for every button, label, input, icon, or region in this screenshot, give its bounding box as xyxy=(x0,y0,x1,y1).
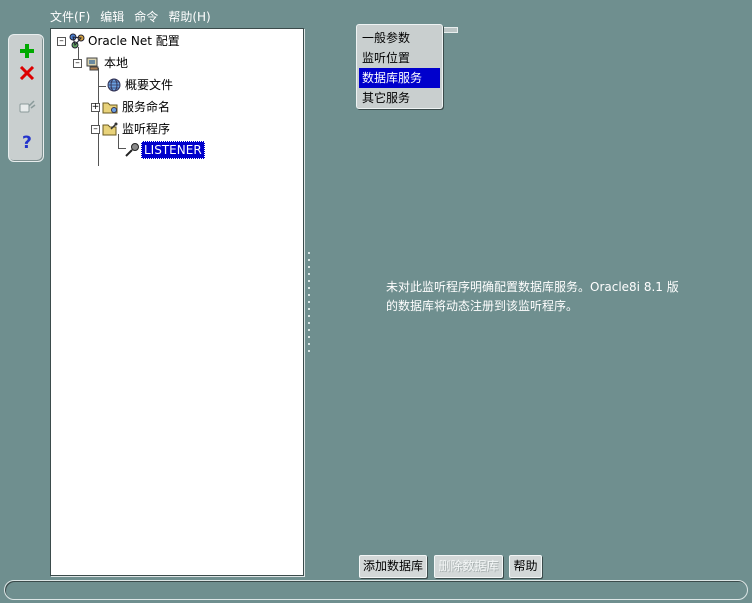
info-message-line1: 未对此监听程序明确配置数据库服务。Oracle8i 8.1 版 xyxy=(386,280,679,294)
svg-text:?: ? xyxy=(22,133,32,151)
add-database-button[interactable]: 添加数据库 xyxy=(359,555,427,578)
delete-database-button[interactable]: 删除数据库 xyxy=(434,555,503,578)
menu-help[interactable]: 帮助(H) xyxy=(168,8,210,26)
test-button[interactable] xyxy=(15,95,39,117)
help-dialog-button[interactable]: 帮助 xyxy=(509,555,542,578)
tree-line xyxy=(98,68,99,166)
info-message: 未对此监听程序明确配置数据库服务。Oracle8i 8.1 版 的数据库将动态注… xyxy=(386,278,686,316)
menu-command[interactable]: 命令 xyxy=(134,8,158,26)
category-list: 一般参数 监听位置 数据库服务 其它服务 xyxy=(356,24,443,109)
tree-node-service-naming[interactable]: + 服务命名 xyxy=(91,98,172,116)
status-bar xyxy=(4,580,748,600)
panel-splitter[interactable] xyxy=(307,252,311,356)
tree-node-profile[interactable]: 概要文件 xyxy=(105,76,175,94)
tree-label-profile: 概要文件 xyxy=(125,78,174,92)
info-message-line2: 的数据库将动态注册到该监听程序。 xyxy=(386,299,579,313)
delete-x-icon xyxy=(19,66,35,80)
globe-icon xyxy=(105,77,122,93)
menu-edit[interactable]: 编辑 xyxy=(100,8,124,26)
create-button[interactable] xyxy=(15,40,39,62)
expand-toggle[interactable]: + xyxy=(91,102,100,112)
help-button[interactable]: ? xyxy=(15,131,39,153)
tree-label-root: Oracle Net 配置 xyxy=(88,34,180,48)
menu-file[interactable]: 文件(F) xyxy=(50,8,90,26)
dropdown-handle[interactable] xyxy=(444,27,458,33)
vertical-toolbar: ? xyxy=(8,34,44,162)
tree-label-local: 本地 xyxy=(104,56,129,70)
tree-node-root[interactable]: – Oracle Net 配置 xyxy=(57,32,182,50)
collapse-toggle[interactable]: – xyxy=(73,58,82,68)
category-other-services[interactable]: 其它服务 xyxy=(359,88,440,108)
folder-icon xyxy=(102,99,119,115)
local-computer-icon xyxy=(84,55,101,71)
category-listening-locations[interactable]: 监听位置 xyxy=(359,48,440,68)
navigator-tree: – Oracle Net 配置 – 本地 概要文件 + 服务命名 – 监听程序 … xyxy=(50,28,304,576)
tree-node-listeners[interactable]: – 监听程序 xyxy=(91,120,172,138)
open-folder-icon xyxy=(102,121,119,137)
tree-label-listeners: 监听程序 xyxy=(122,122,171,136)
menu-bar: 文件(F) 编辑 命令 帮助(H) xyxy=(50,8,211,26)
tree-label-listener: LISTENER xyxy=(141,141,205,159)
collapse-toggle[interactable]: – xyxy=(91,124,100,134)
category-database-services[interactable]: 数据库服务 xyxy=(359,68,440,88)
tree-node-local[interactable]: – 本地 xyxy=(73,54,130,72)
test-connection-icon xyxy=(19,100,36,113)
help-question-icon: ? xyxy=(22,133,32,151)
microphone-icon xyxy=(123,142,140,158)
tree-label-service-naming: 服务命名 xyxy=(122,100,171,114)
tree-node-listener[interactable]: LISTENER xyxy=(123,141,205,159)
collapse-toggle[interactable]: – xyxy=(57,36,66,46)
plus-icon xyxy=(20,44,34,58)
network-icon xyxy=(68,33,85,49)
category-general-params[interactable]: 一般参数 xyxy=(359,28,440,48)
delete-button[interactable] xyxy=(15,62,39,84)
